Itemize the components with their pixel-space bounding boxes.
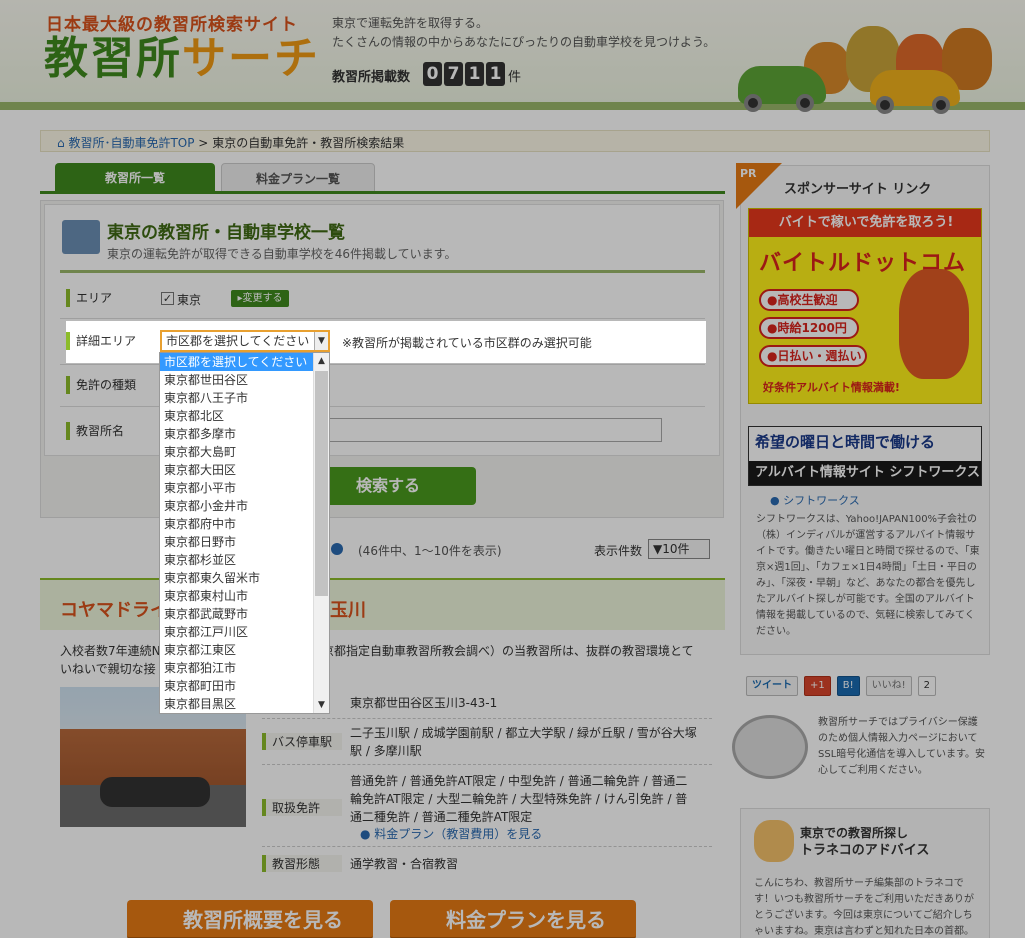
dropdown-option[interactable]: 東京都町田市: [160, 677, 314, 695]
dropdown-option-selected[interactable]: 市区郡を選択してください: [160, 353, 314, 371]
dropdown-option[interactable]: 東京都東久留米市: [160, 569, 314, 587]
dropdown-option[interactable]: 東京都八王子市: [160, 389, 314, 407]
dropdown-options: 市区郡を選択してください 東京都世田谷区 東京都八王子市 東京都北区 東京都多摩市 東京都…: [160, 353, 329, 713]
dropdown-option[interactable]: 東京都目黒区: [160, 695, 314, 713]
detail-area-selected-value: 市区郡を選択してください: [166, 334, 310, 348]
dropdown-option[interactable]: 東京都大田区: [160, 461, 314, 479]
detail-area-note: ※教習所が掲載されている市区群のみ選択可能: [342, 336, 592, 350]
scroll-up-icon[interactable]: ▲: [314, 353, 329, 369]
dropdown-option[interactable]: 東京都江戸川区: [160, 623, 314, 641]
dropdown-option[interactable]: 東京都日野市: [160, 533, 314, 551]
scroll-down-icon[interactable]: ▼: [314, 697, 329, 713]
dropdown-option[interactable]: 東京都世田谷区: [160, 371, 314, 389]
dropdown-option[interactable]: 東京都杉並区: [160, 551, 314, 569]
detail-area-select[interactable]: 市区郡を選択してください ▼: [160, 330, 330, 352]
dropdown-option[interactable]: 東京都小平市: [160, 479, 314, 497]
dropdown-scrollbar[interactable]: ▲ ▼: [313, 353, 329, 713]
dropdown-option[interactable]: 東京都多摩市: [160, 425, 314, 443]
dropdown-option[interactable]: 東京都東村山市: [160, 587, 314, 605]
dropdown-option[interactable]: 東京都狛江市: [160, 659, 314, 677]
scrollbar-thumb[interactable]: [315, 371, 328, 596]
detail-area-label: 詳細エリア: [66, 332, 136, 350]
dropdown-option[interactable]: 東京都武蔵野市: [160, 605, 314, 623]
dropdown-option[interactable]: 東京都府中市: [160, 515, 314, 533]
dropdown-option[interactable]: 東京都小金井市: [160, 497, 314, 515]
dropdown-option[interactable]: 東京都大島町: [160, 443, 314, 461]
dropdown-option[interactable]: 東京都北区: [160, 407, 314, 425]
page-dim-overlay[interactable]: [0, 0, 1025, 938]
dropdown-option[interactable]: 東京都江東区: [160, 641, 314, 659]
chevron-down-icon[interactable]: ▼: [314, 332, 328, 350]
detail-area-dropdown-list[interactable]: 市区郡を選択してください 東京都世田谷区 東京都八王子市 東京都北区 東京都多摩市 東京都…: [159, 352, 330, 714]
